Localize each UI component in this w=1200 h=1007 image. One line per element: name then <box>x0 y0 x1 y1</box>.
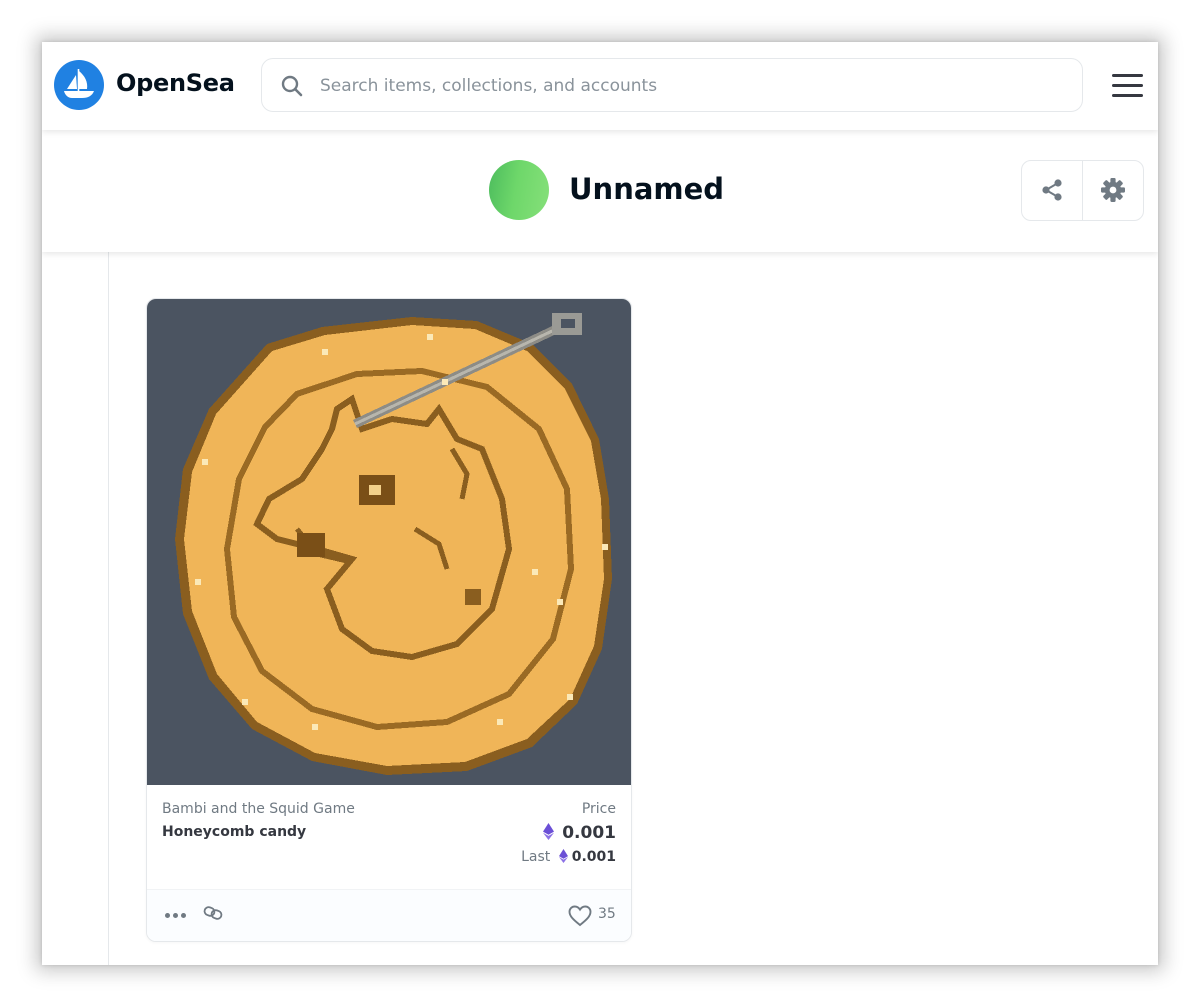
heart-icon[interactable] <box>568 905 592 927</box>
brand-name[interactable]: OpenSea <box>116 69 235 97</box>
last-price: 0.001 <box>571 849 616 865</box>
nft-artwork[interactable] <box>147 299 631 785</box>
sidebar-divider <box>108 252 109 965</box>
ethereum-icon <box>558 849 568 863</box>
hamburger-menu-icon[interactable] <box>1112 74 1144 98</box>
top-navbar: OpenSea <box>42 42 1158 130</box>
share-icon <box>1042 179 1062 201</box>
items-area: Bambi and the Squid Game Honeycomb candy… <box>42 252 1158 965</box>
search-bar[interactable] <box>261 58 1083 112</box>
share-button[interactable] <box>1022 161 1083 220</box>
card-footer: 35 <box>147 889 631 941</box>
settings-button[interactable] <box>1083 161 1144 220</box>
last-sale: Last 0.001 <box>521 849 616 865</box>
avatar <box>489 160 549 220</box>
profile-header: Unnamed <box>42 130 1158 252</box>
price-label: Price <box>581 801 616 817</box>
ethereum-icon <box>543 823 555 840</box>
item-name[interactable]: Honeycomb candy <box>162 824 306 840</box>
browser-window: OpenSea Unnamed <box>42 42 1158 965</box>
search-input[interactable] <box>318 71 1062 101</box>
card-info: Bambi and the Squid Game Honeycomb candy… <box>147 785 631 889</box>
price-amount: 0.001 <box>562 823 616 843</box>
search-icon <box>281 75 303 97</box>
profile-name: Unnamed <box>569 172 725 206</box>
profile-actions <box>1021 160 1144 221</box>
gear-icon <box>1101 178 1125 202</box>
opensea-logo-icon[interactable] <box>54 60 104 110</box>
price-value: 0.001 <box>543 823 616 843</box>
more-icon[interactable] <box>165 908 189 922</box>
chain-link-icon[interactable] <box>203 905 223 921</box>
last-label: Last <box>521 849 551 865</box>
nft-card[interactable]: Bambi and the Squid Game Honeycomb candy… <box>146 298 632 942</box>
collection-name[interactable]: Bambi and the Squid Game <box>162 801 355 817</box>
like-count: 35 <box>598 906 616 922</box>
